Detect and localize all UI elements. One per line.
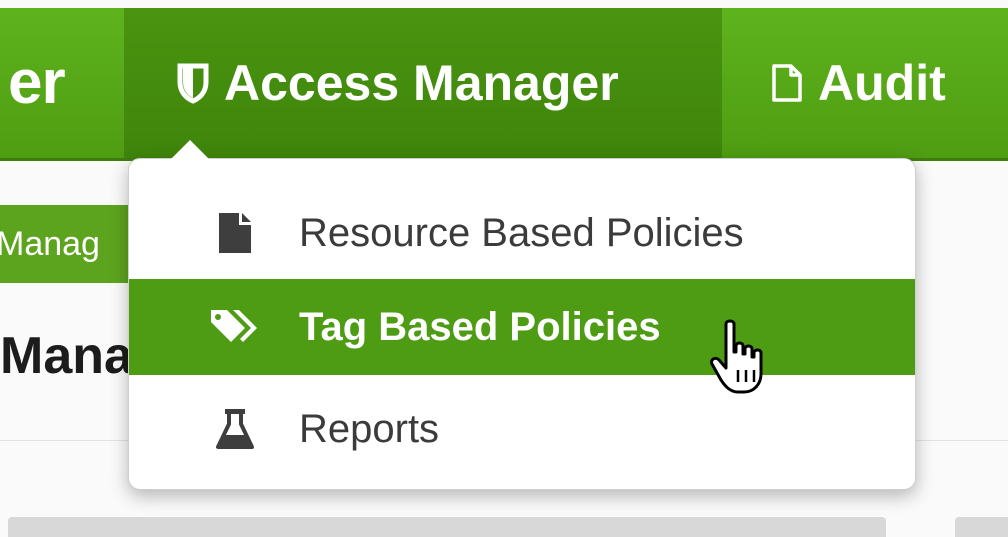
file-icon	[209, 207, 261, 259]
nav-audit-label: Audit	[818, 55, 946, 111]
nav-audit[interactable]: Audit	[770, 8, 1008, 158]
menu-item-resource-based-policies[interactable]: Resource Based Policies	[129, 177, 915, 289]
dropdown-caret	[170, 140, 210, 160]
content-panel-right	[955, 517, 1008, 537]
app-window: er Access Manager Audit Manag Mana Resou…	[0, 0, 1008, 537]
flask-icon	[209, 403, 261, 455]
menu-item-reports[interactable]: Reports	[129, 375, 915, 483]
breadcrumb-badge[interactable]: Manag	[0, 205, 128, 283]
access-manager-dropdown: Resource Based Policies Tag Based Polici…	[128, 158, 916, 490]
nav-access-manager[interactable]: Access Manager	[124, 8, 722, 158]
nav-access-manager-label: Access Manager	[224, 55, 619, 111]
content-panel-left	[8, 517, 886, 537]
shield-icon	[177, 63, 209, 104]
brand-title[interactable]: er	[8, 52, 66, 114]
top-navbar: er Access Manager Audit	[0, 8, 1008, 161]
page-title: Mana	[0, 330, 128, 382]
document-icon	[772, 64, 802, 102]
menu-item-label: Resource Based Policies	[299, 211, 744, 255]
menu-item-label: Tag Based Policies	[299, 305, 661, 349]
menu-item-tag-based-policies[interactable]: Tag Based Policies	[129, 279, 915, 375]
tags-icon	[209, 301, 261, 353]
menu-item-label: Reports	[299, 407, 440, 451]
